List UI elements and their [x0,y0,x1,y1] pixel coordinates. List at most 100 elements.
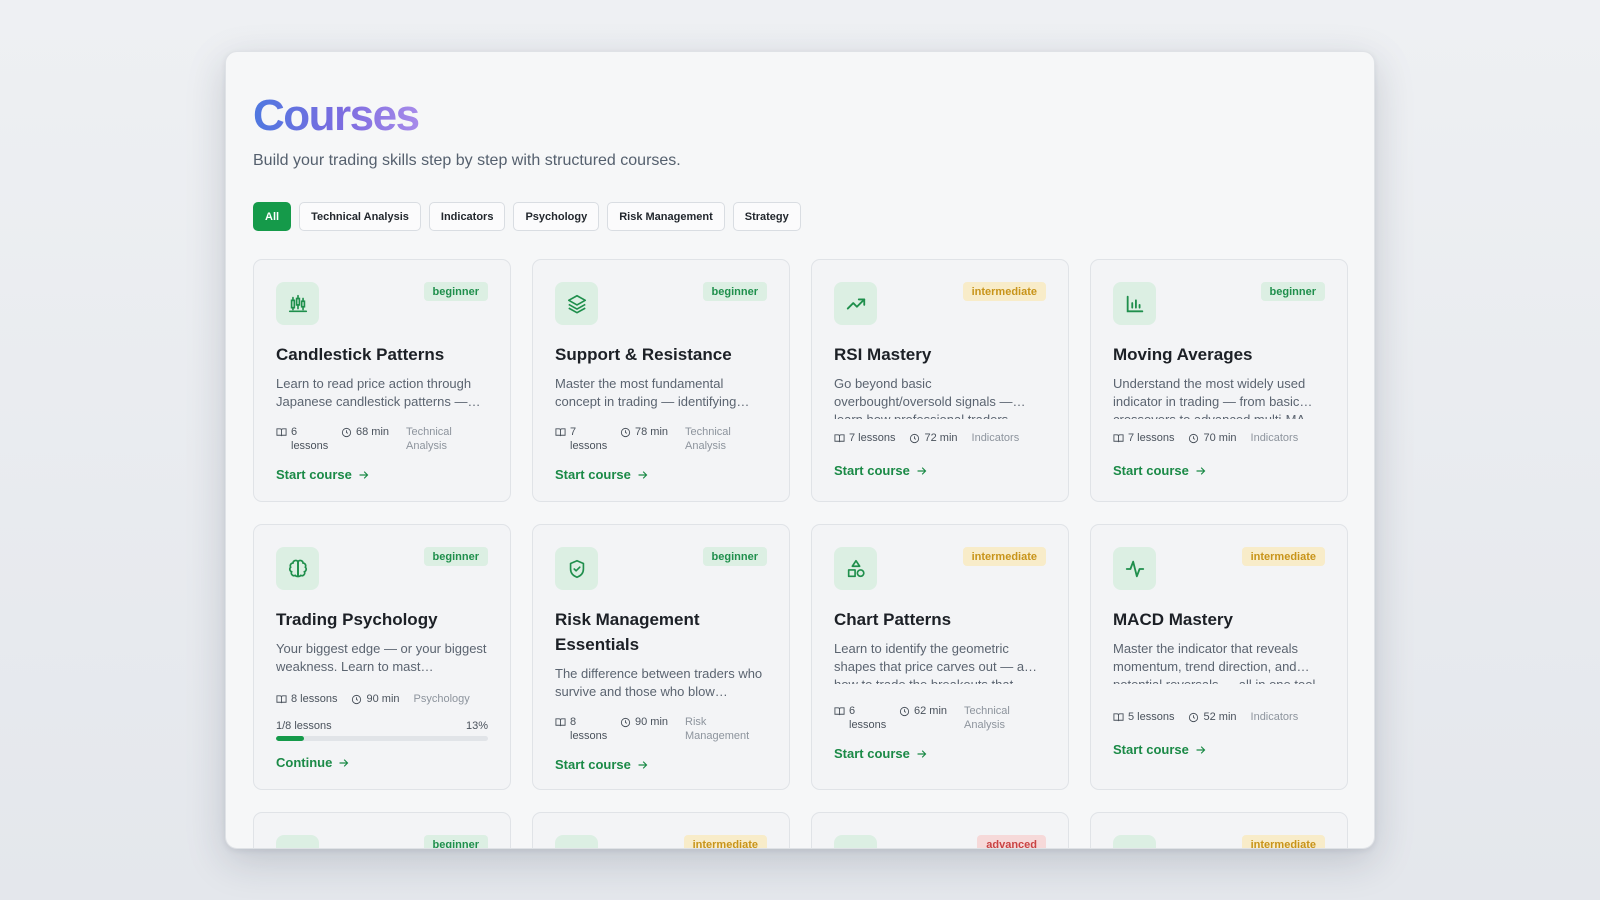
course-card-risk-management[interactable]: beginner Risk Management Essentials The … [532,524,790,790]
duration: 90 min [366,693,400,705]
book-icon [834,707,845,716]
start-course-button[interactable]: Start course [276,467,488,482]
cta-label: Start course [555,467,631,482]
cta-label: Start course [834,746,910,761]
course-title: RSI Mastery [834,345,932,364]
arrow-right-icon [638,760,648,769]
book-icon [555,718,566,727]
course-card-trading-psychology[interactable]: beginner Trading Psychology Your biggest… [253,524,511,790]
level-badge: beginner [702,547,767,566]
cta-label: Start course [1113,463,1189,478]
level-badge: beginner [423,547,488,566]
book-icon [1113,434,1124,443]
course-card-support-resistance[interactable]: beginner Support & Resistance Master the… [532,259,790,502]
course-card-partial[interactable]: intermediate [532,812,790,848]
progress-bar [276,736,488,741]
duration: 70 min [1203,432,1237,444]
course-meta: 5 lessons 52 min Indicators [1113,710,1325,724]
course-card-moving-averages[interactable]: beginner Moving Averages Understand the … [1090,259,1348,502]
filter-indicators[interactable]: Indicators [428,202,506,231]
course-card-candlestick-patterns[interactable]: beginner Candlestick Patterns Learn to r… [253,259,511,502]
level-badge: intermediate [962,282,1046,301]
continue-button[interactable]: Continue [276,755,488,770]
page-title: Courses [253,91,420,140]
course-title: Chart Patterns [834,610,952,629]
course-title: Moving Averages [1113,345,1253,364]
book-icon [276,695,287,704]
cta-label: Start course [834,463,910,478]
arrow-right-icon [1196,745,1206,754]
level-badge: beginner [423,835,488,848]
course-description: Learn to read price action through Japan… [276,376,481,409]
progress-percent: 13% [465,720,488,732]
course-category: Technical Analysis [964,705,1010,731]
start-course-button[interactable]: Start course [834,746,1046,761]
course-meta: 8 lessons 90 min Risk Management [555,715,767,743]
course-meta: 7 lessons 72 min Indicators [834,431,1046,445]
progress-label: 1/8 lessons [276,720,332,732]
duration: 68 min [356,426,390,438]
filter-strategy[interactable]: Strategy [732,202,801,231]
bar-chart-icon [1113,282,1156,325]
duration: 62 min [914,705,948,717]
start-course-button[interactable]: Start course [555,467,767,482]
course-meta: 6 lessons 62 min Technical Analysis [834,704,1046,732]
arrow-right-icon [1196,466,1206,475]
filter-risk-management[interactable]: Risk Management [607,202,725,231]
course-card-partial[interactable]: advanced [811,812,1069,848]
clock-icon [1189,712,1199,723]
clock-icon [352,694,362,705]
clock-icon [341,427,352,438]
arrow-right-icon [359,470,369,479]
course-card-chart-patterns[interactable]: intermediate Chart Patterns Learn to ide… [811,524,1069,790]
level-badge: beginner [1260,282,1325,301]
level-badge: intermediate [1241,547,1325,566]
course-card-partial[interactable]: beginner [253,812,511,848]
cta-label: Continue [276,755,333,770]
course-card-partial[interactable]: intermediate [1090,812,1348,848]
course-meta: 8 lessons 90 min Psychology [276,692,488,706]
cta-label: Start course [1113,742,1189,757]
course-description: Learn to identify the geometric shapes t… [834,641,1038,684]
shield-check-icon [555,547,598,590]
filter-all[interactable]: All [253,202,292,231]
filter-psychology[interactable]: Psychology [513,202,600,231]
course-description: Go beyond basic overbought/oversold sign… [834,376,1026,419]
lesson-count: 6 lessons [291,426,329,452]
level-badge: beginner [423,282,488,301]
lesson-count: 8 lessons [570,716,608,742]
start-course-button[interactable]: Start course [1113,463,1325,478]
trending-up-icon [834,282,877,325]
start-course-button[interactable]: Start course [834,463,1046,478]
course-category: Technical Analysis [685,426,731,452]
level-badge: intermediate [1241,835,1325,848]
start-course-button[interactable]: Start course [555,757,767,772]
duration: 72 min [924,432,958,444]
duration: 78 min [635,426,669,438]
duration: 90 min [635,716,669,728]
book-icon [1113,713,1124,722]
course-card-rsi-mastery[interactable]: intermediate RSI Mastery Go beyond basic… [811,259,1069,502]
course-meta: 6 lessons 68 min Technical Analysis [276,425,488,453]
arrow-right-icon [917,749,927,758]
progress-row: 1/8 lessons 13% [276,720,488,732]
filter-technical-analysis[interactable]: Technical Analysis [299,202,421,231]
start-course-button[interactable]: Start course [1113,742,1325,757]
course-card-macd-mastery[interactable]: intermediate MACD Mastery Master the ind… [1090,524,1348,790]
course-description: Your biggest edge — or your biggest weak… [276,641,487,674]
courses-window: Courses Build your trading skills step b… [225,51,1375,849]
course-title: Support & Resistance [555,345,732,364]
lesson-count: 7 lessons [570,426,608,452]
arrow-right-icon [917,466,927,475]
course-description: Master the indicator that reveals moment… [1113,641,1319,684]
course-description: The difference between traders who survi… [555,666,763,699]
progress-fill [276,736,304,741]
level-badge: intermediate [683,835,767,848]
course-icon [834,835,877,848]
course-title: Candlestick Patterns [276,345,445,364]
book-icon [276,428,287,437]
course-category: Psychology [413,693,470,705]
arrow-right-icon [638,470,648,479]
level-badge: intermediate [962,547,1046,566]
duration: 52 min [1203,711,1237,723]
